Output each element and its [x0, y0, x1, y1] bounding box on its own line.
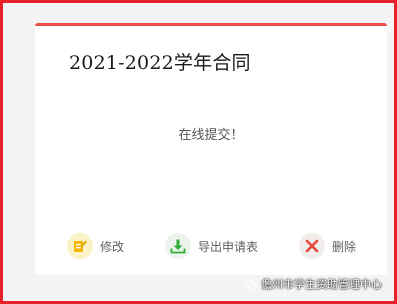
delete-button[interactable]: 删除 [299, 232, 356, 260]
export-application-button[interactable]: 导出申请表 [165, 232, 258, 260]
export-application-label: 导出申请表 [198, 239, 259, 254]
card-actions: 修改 导出申请表 删除 [35, 232, 387, 260]
download-icon [165, 233, 191, 259]
card-title: 2021-2022学年合同 [69, 52, 251, 74]
source-watermark: 儋州市学生资助管理中心 [244, 276, 382, 292]
contract-card: 2021-2022学年合同 在线提交！ 修改 导出申请表 删除 [35, 23, 387, 275]
wechat-icon [244, 278, 257, 289]
edit-icon [67, 233, 93, 259]
delete-label: 删除 [332, 239, 357, 254]
red-frame-border: 2021-2022学年合同 在线提交！ 修改 导出申请表 删除 儋州市学生资助管… [0, 0, 397, 304]
delete-icon [299, 233, 325, 259]
watermark-text: 儋州市学生资助管理中心 [261, 278, 382, 291]
edit-button[interactable]: 修改 [67, 232, 124, 260]
submission-status: 在线提交！ [178, 128, 244, 143]
edit-label: 修改 [100, 239, 125, 254]
